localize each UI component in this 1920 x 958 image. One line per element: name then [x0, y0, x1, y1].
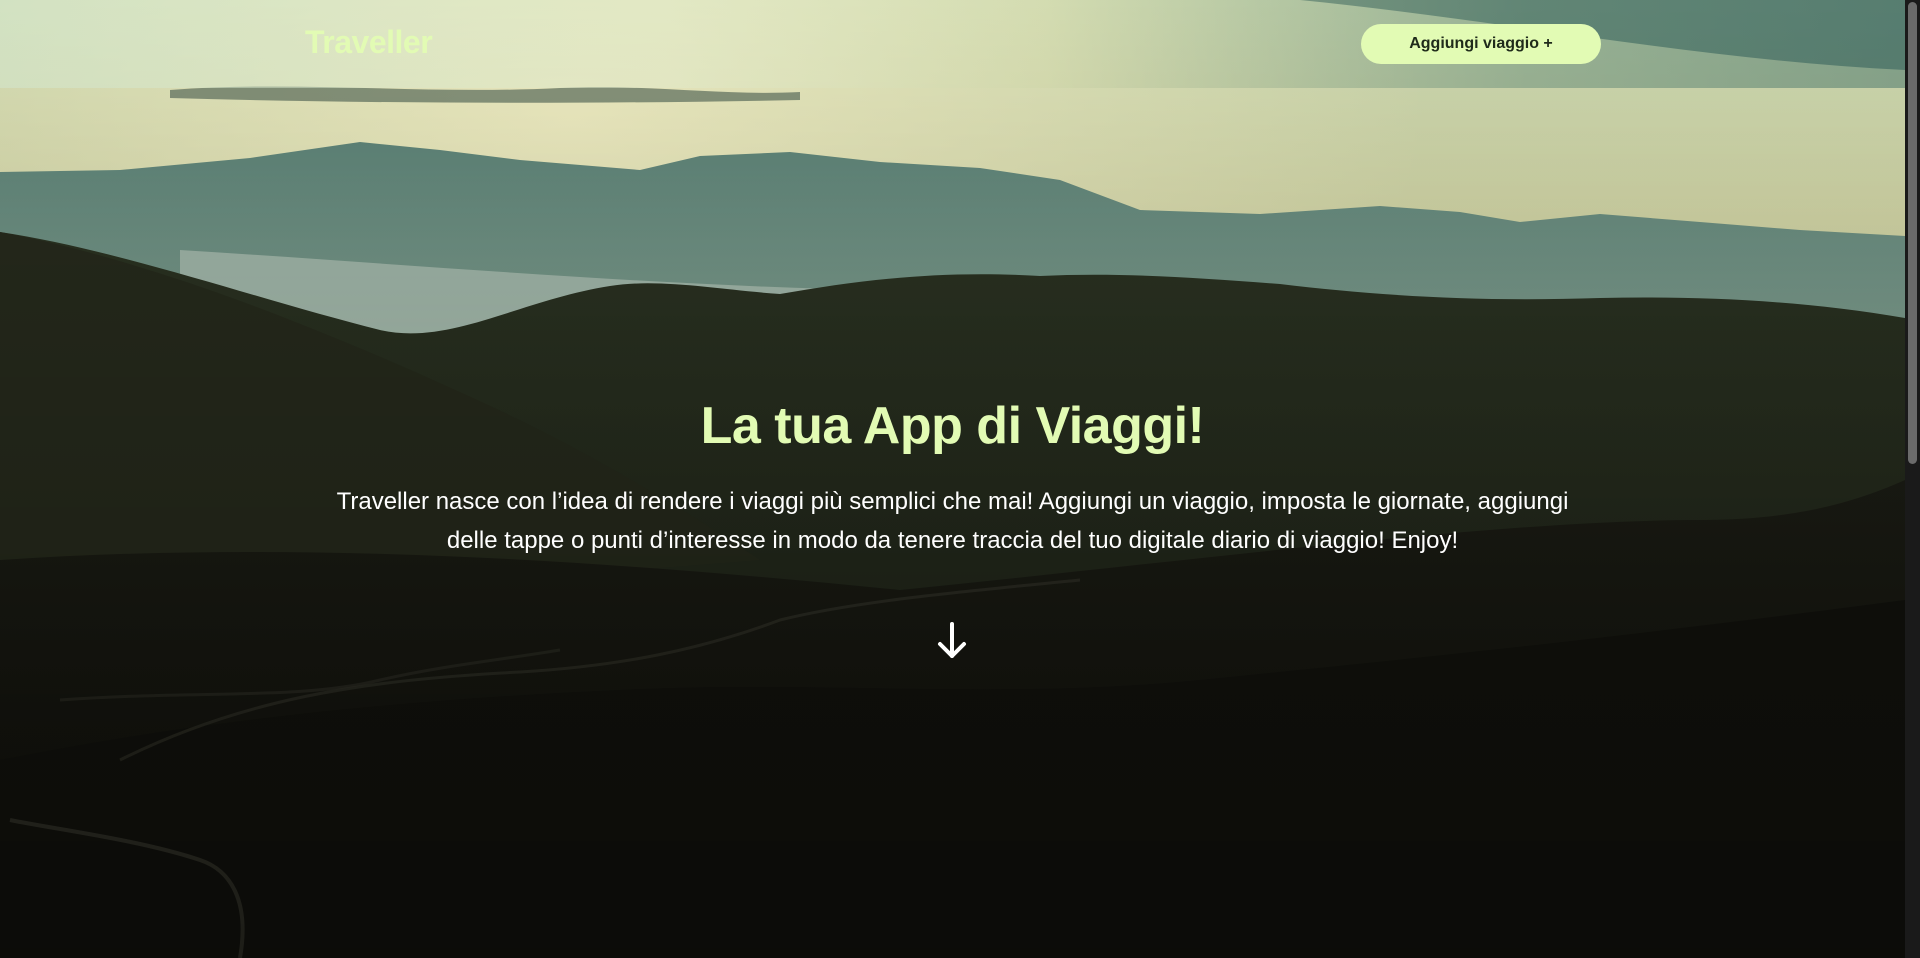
vertical-scrollbar[interactable] — [1905, 0, 1920, 958]
hero-description: Traveller nasce con l’idea di rendere i … — [336, 488, 1569, 554]
hero-title: La tua App di Viaggi! — [700, 397, 1205, 455]
brand-logo[interactable]: Traveller — [305, 24, 433, 61]
arrow-down-icon[interactable] — [936, 621, 968, 661]
add-trip-button[interactable]: Aggiungi viaggio + — [1361, 24, 1601, 64]
scrollbar-thumb[interactable] — [1908, 2, 1917, 464]
app-viewport: Traveller Aggiungi viaggio + La tua App … — [0, 0, 1920, 958]
hero-section: Traveller Aggiungi viaggio + La tua App … — [0, 0, 1905, 958]
hero-content: La tua App di Viaggi! Traveller nasce co… — [0, 390, 1905, 560]
navbar-backdrop — [0, 0, 1905, 88]
